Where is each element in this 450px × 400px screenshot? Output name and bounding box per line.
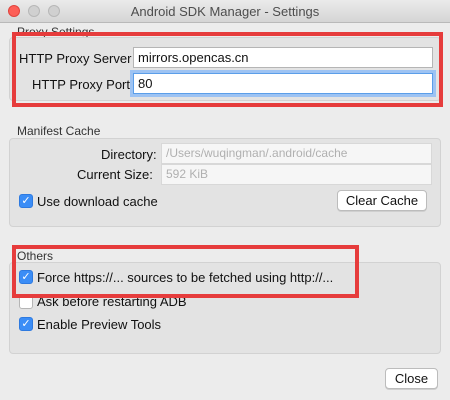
enable-preview-tools-checkbox[interactable]: ✓ — [19, 317, 33, 331]
current-size-label: Current Size: — [77, 167, 153, 182]
window-title: Android SDK Manager - Settings — [130, 4, 320, 19]
enable-preview-tools-label: Enable Preview Tools — [37, 317, 162, 332]
use-download-cache-label: Use download cache — [37, 194, 158, 209]
proxy-annotation-box — [12, 32, 443, 107]
close-button[interactable]: Close — [385, 368, 438, 389]
directory-input: /Users/wuqingman/.android/cache — [161, 143, 432, 164]
directory-label: Directory: — [101, 147, 157, 162]
others-annotation-box — [12, 245, 359, 298]
clear-cache-button[interactable]: Clear Cache — [337, 190, 427, 211]
title-bar: Android SDK Manager - Settings — [0, 0, 450, 23]
manifest-cache-label: Manifest Cache — [17, 124, 101, 138]
use-download-cache-checkbox[interactable]: ✓ — [19, 194, 33, 208]
current-size-input: 592 KiB — [161, 164, 432, 185]
